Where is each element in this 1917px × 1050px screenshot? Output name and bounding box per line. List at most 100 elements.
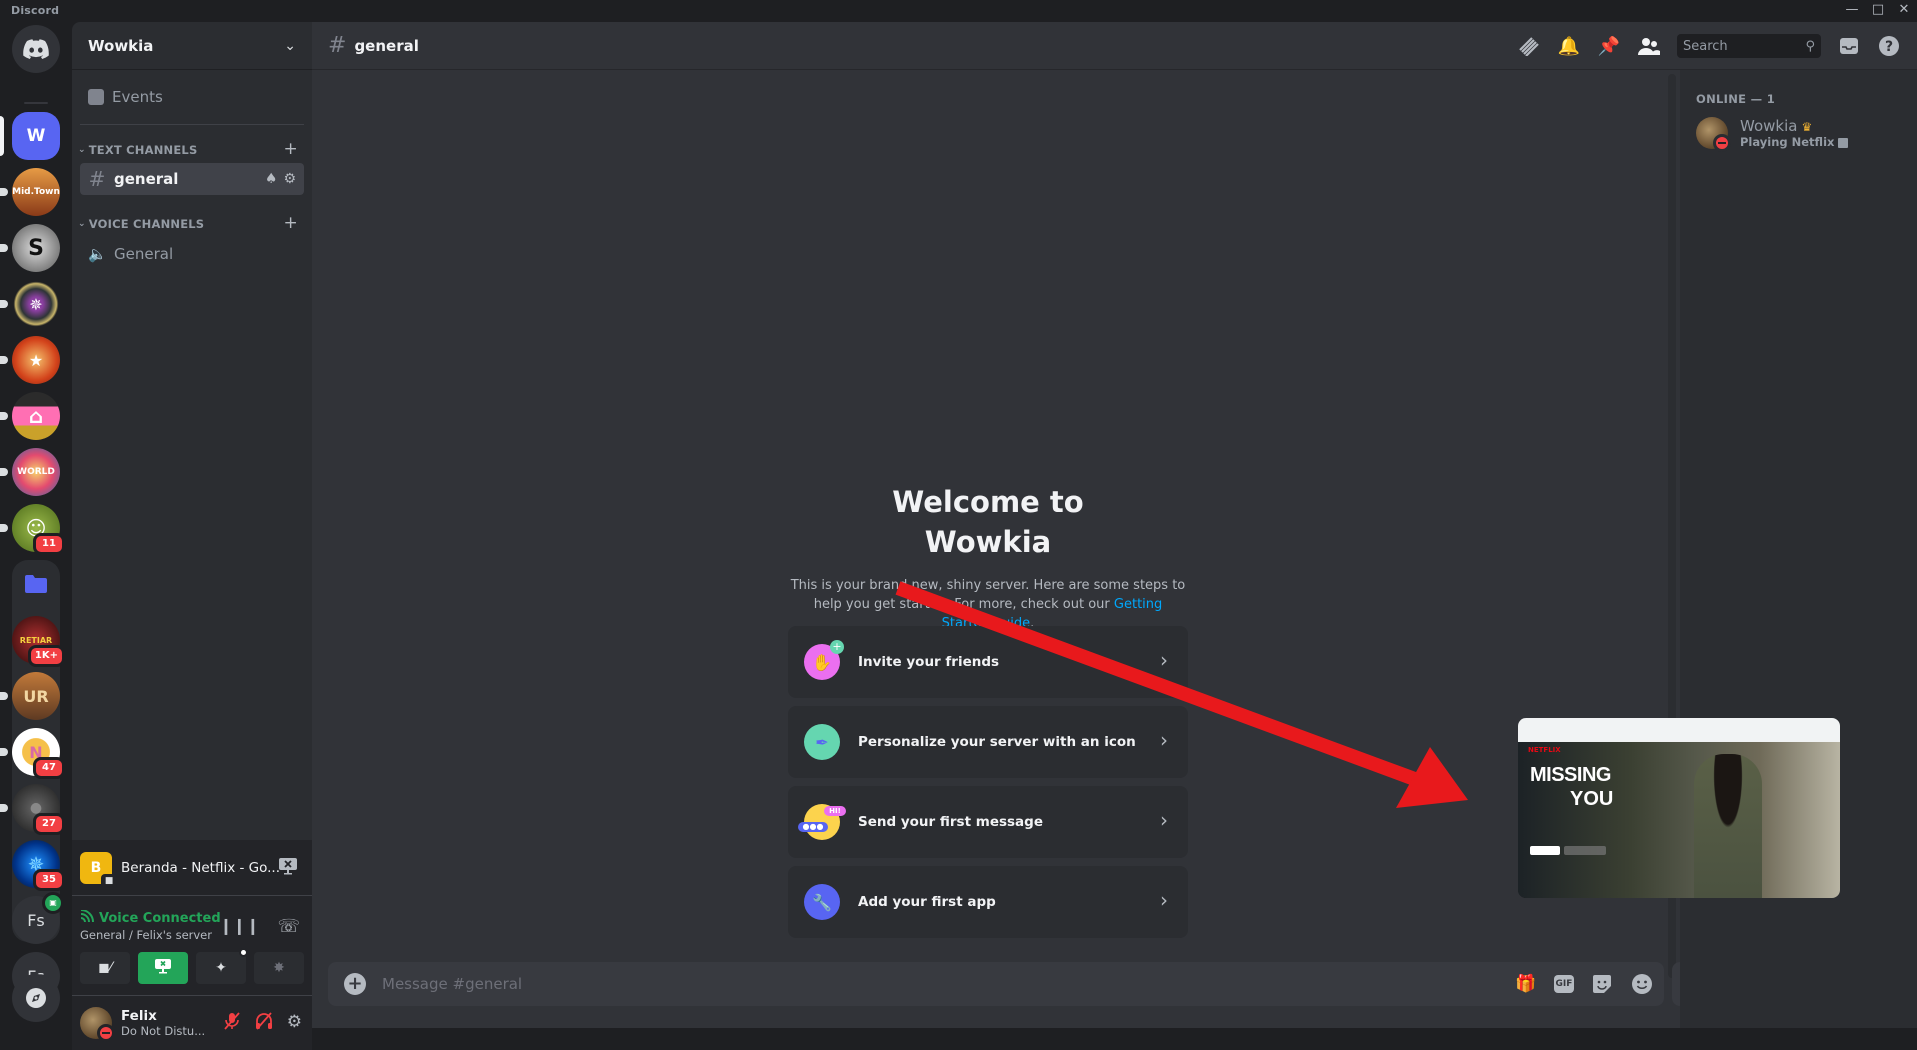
category-text-channels[interactable]: ⌄ TEXT CHANNELS + (72, 139, 312, 160)
server-ur-gay[interactable]: UR (0, 672, 60, 720)
stream-app-icon: B ■ (80, 851, 117, 888)
show-title-line1: MISSING (1530, 764, 1611, 786)
notification-bell-icon[interactable]: 🔔 (1557, 34, 1581, 58)
personalize-server-card[interactable]: ✒ Personalize your server with an icon › (788, 706, 1188, 778)
invite-friends-card[interactable]: ✋ + Invite your friends › (788, 626, 1188, 698)
search-placeholder: Search (1683, 38, 1728, 54)
text-channel-icon: # (88, 167, 106, 191)
camera-off-icon: ◼⁄ (98, 960, 112, 976)
deafened-icon[interactable] (255, 1012, 273, 1035)
member-activity: Playing Netflix (1740, 135, 1835, 149)
stop-stream-icon[interactable] (278, 857, 298, 875)
disconnect-icon[interactable]: ☏ (277, 916, 300, 937)
camera-off-button[interactable]: ◼⁄ (80, 952, 130, 984)
gear-icon[interactable]: ⚙ (283, 171, 296, 187)
voice-status[interactable]: Voice Connected (80, 909, 221, 927)
gear-icon[interactable]: ⚙ (287, 1012, 302, 1035)
close-window-button[interactable]: ✕ (1890, 0, 1917, 20)
server-icon: S (12, 224, 60, 272)
member-name: Wowkia (1740, 117, 1798, 135)
camera-icon: ■ (101, 873, 117, 888)
server-midtown[interactable]: Mid.Town (0, 168, 60, 216)
new-indicator (239, 948, 248, 957)
server-nekopoi[interactable]: N 47 (0, 728, 65, 779)
activities-button[interactable]: ✦ (196, 948, 248, 984)
gift-icon[interactable]: 🎁 (1514, 972, 1538, 996)
server-compass[interactable]: ✵ (0, 280, 60, 328)
stream-pip-preview[interactable]: NETFLIX MISSING YOU (1518, 718, 1840, 898)
member-group-label: ONLINE — 1 (1696, 92, 1775, 106)
chevron-right-icon: › (1160, 728, 1168, 752)
text-channel-icon: # (328, 33, 347, 58)
category-label: VOICE CHANNELS (88, 217, 205, 231)
category-voice-channels[interactable]: ⌄ VOICE CHANNELS + (72, 213, 312, 234)
threads-icon[interactable] (1517, 34, 1541, 58)
server-icon: Mid.Town (12, 168, 60, 216)
sticker-icon[interactable] (1590, 972, 1614, 996)
user-panel: Felix Do Not Distu... ⚙ (72, 996, 312, 1050)
mention-badge: 35 (33, 869, 65, 891)
server-felix[interactable]: Fs ▣ (12, 892, 64, 944)
server-world[interactable]: WORLD (0, 448, 60, 496)
mic-muted-icon[interactable] (223, 1012, 241, 1035)
channel-voice-general[interactable]: 🔈 General (80, 238, 304, 270)
unread-indicator (0, 468, 8, 476)
server-blue-sigil[interactable]: ✵ 35 (12, 840, 65, 891)
message-input[interactable] (382, 975, 1382, 993)
channel-name: General (114, 245, 174, 263)
server-shrek[interactable]: ☺ 11 (0, 504, 65, 555)
minimize-button[interactable]: — (1838, 0, 1866, 20)
pin-icon[interactable]: 📌 (1597, 34, 1621, 58)
gif-icon[interactable]: GIF (1554, 975, 1574, 993)
soundboard-button[interactable]: ✸ (254, 952, 304, 984)
member-item[interactable]: Wowkia ♛ Playing Netflix (1696, 116, 1849, 152)
help-icon[interactable]: ? (1877, 34, 1901, 58)
server-retiar[interactable]: RETIAR 1K+ (12, 616, 65, 667)
category-label: TEXT CHANNELS (88, 143, 198, 157)
svg-text:?: ? (1885, 39, 1893, 55)
attach-plus-icon[interactable]: + (344, 973, 366, 995)
compass-icon (12, 974, 60, 1022)
screen-share-button[interactable] (138, 952, 188, 984)
server-anime[interactable]: ★ (0, 336, 60, 384)
discover-button[interactable] (12, 974, 60, 1022)
user-avatar[interactable] (80, 1007, 115, 1042)
member-avatar (1696, 116, 1731, 152)
noise-suppression-icon[interactable]: ❙❙❙ (219, 916, 259, 937)
add-app-card[interactable]: 🔧 Add your first app › (788, 866, 1188, 938)
create-channel-button[interactable]: + (284, 213, 298, 233)
server-cat[interactable]: ● 27 (0, 784, 65, 835)
chevron-right-icon: › (1160, 648, 1168, 672)
inbox-icon[interactable] (1837, 34, 1861, 58)
dnd-status-icon (97, 1024, 115, 1042)
invite-friends-icon: ✋ + (804, 640, 844, 680)
chevron-down-icon: ⌄ (78, 219, 86, 229)
unread-indicator (0, 244, 8, 252)
discord-logo-icon (12, 25, 60, 73)
welcome-title-line1: Welcome to (892, 485, 1084, 519)
search-input[interactable]: Search ⚲ (1677, 34, 1821, 58)
voice-location[interactable]: General / Felix's server (80, 928, 212, 942)
card-label: Send your first message (858, 814, 1043, 830)
mention-badge: 11 (33, 533, 65, 555)
folder-toggle[interactable] (12, 560, 60, 608)
member-list-icon[interactable] (1637, 34, 1661, 58)
crown-icon: ♛ (1801, 120, 1813, 134)
maximize-button[interactable]: □ (1864, 0, 1892, 20)
server-pink-house[interactable]: ⌂ (0, 392, 60, 440)
emoji-icon[interactable] (1630, 972, 1654, 996)
rail-separator (24, 102, 48, 104)
user-status: Do Not Distu... (121, 1024, 206, 1038)
chevron-right-icon: › (1160, 808, 1168, 832)
send-message-card[interactable]: ●●● HI! Send your first message › (788, 786, 1188, 858)
create-channel-button[interactable]: + (284, 139, 298, 159)
home-button[interactable] (12, 25, 60, 73)
create-invite-icon[interactable]: ♠ (265, 171, 278, 187)
guild-header[interactable]: Wowkia ⌄ (72, 22, 312, 70)
server-wowkia[interactable]: W (0, 112, 60, 160)
more-info-button (1564, 846, 1606, 855)
server-stupity[interactable]: S (0, 224, 60, 272)
channel-general[interactable]: # general ♠ ⚙ (80, 163, 304, 195)
events-link[interactable]: Events (80, 80, 304, 114)
username: Felix (121, 1008, 157, 1024)
